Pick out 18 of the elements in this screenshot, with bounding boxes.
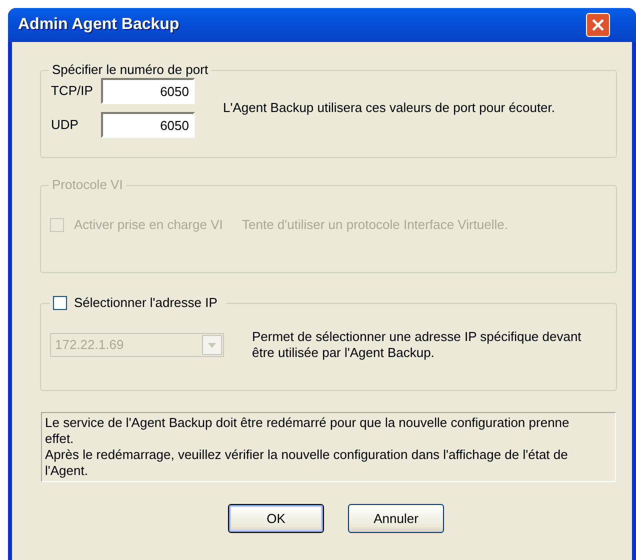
window-title: Admin Agent Backup — [17, 15, 180, 35]
close-button[interactable] — [586, 13, 610, 37]
group-title: Spécifier le numéro de port — [51, 62, 210, 78]
dialog-button[interactable]: OK — [228, 504, 324, 533]
close-icon — [592, 19, 604, 31]
description-text: Tente d'utiliser un protocole Interface Virtuelle. — [242, 216, 508, 234]
notice-text: Le service de l'Agent Backup doit être redémarré pour que la nouvelle configuration prenne effet. — [45, 415, 570, 447]
description-text: Permet de sélectionner une adresse IP spécifique devant être utilisée par l'Agent Backup. — [252, 329, 582, 361]
field-label: UDP — [50, 116, 80, 134]
port-field[interactable]: 6050 — [101, 112, 195, 138]
port-field[interactable]: 6050 — [101, 78, 195, 104]
checkbox-label[interactable]: Sélectionner l'adresse IP — [74, 295, 218, 311]
checkbox[interactable] — [53, 296, 67, 310]
group-title: Protocole VI — [51, 177, 124, 193]
notice-text: Après le redémarrage, veuillez vérifier la nouvelle configuration dans l'affichage de l'état de l'Agent. — [45, 447, 569, 479]
dialog-button[interactable]: Annuler — [348, 504, 444, 533]
field-label: TCP/IP — [50, 82, 94, 100]
description-text: L'Agent Backup utilisera ces valeurs de port pour écouter. — [223, 99, 556, 118]
